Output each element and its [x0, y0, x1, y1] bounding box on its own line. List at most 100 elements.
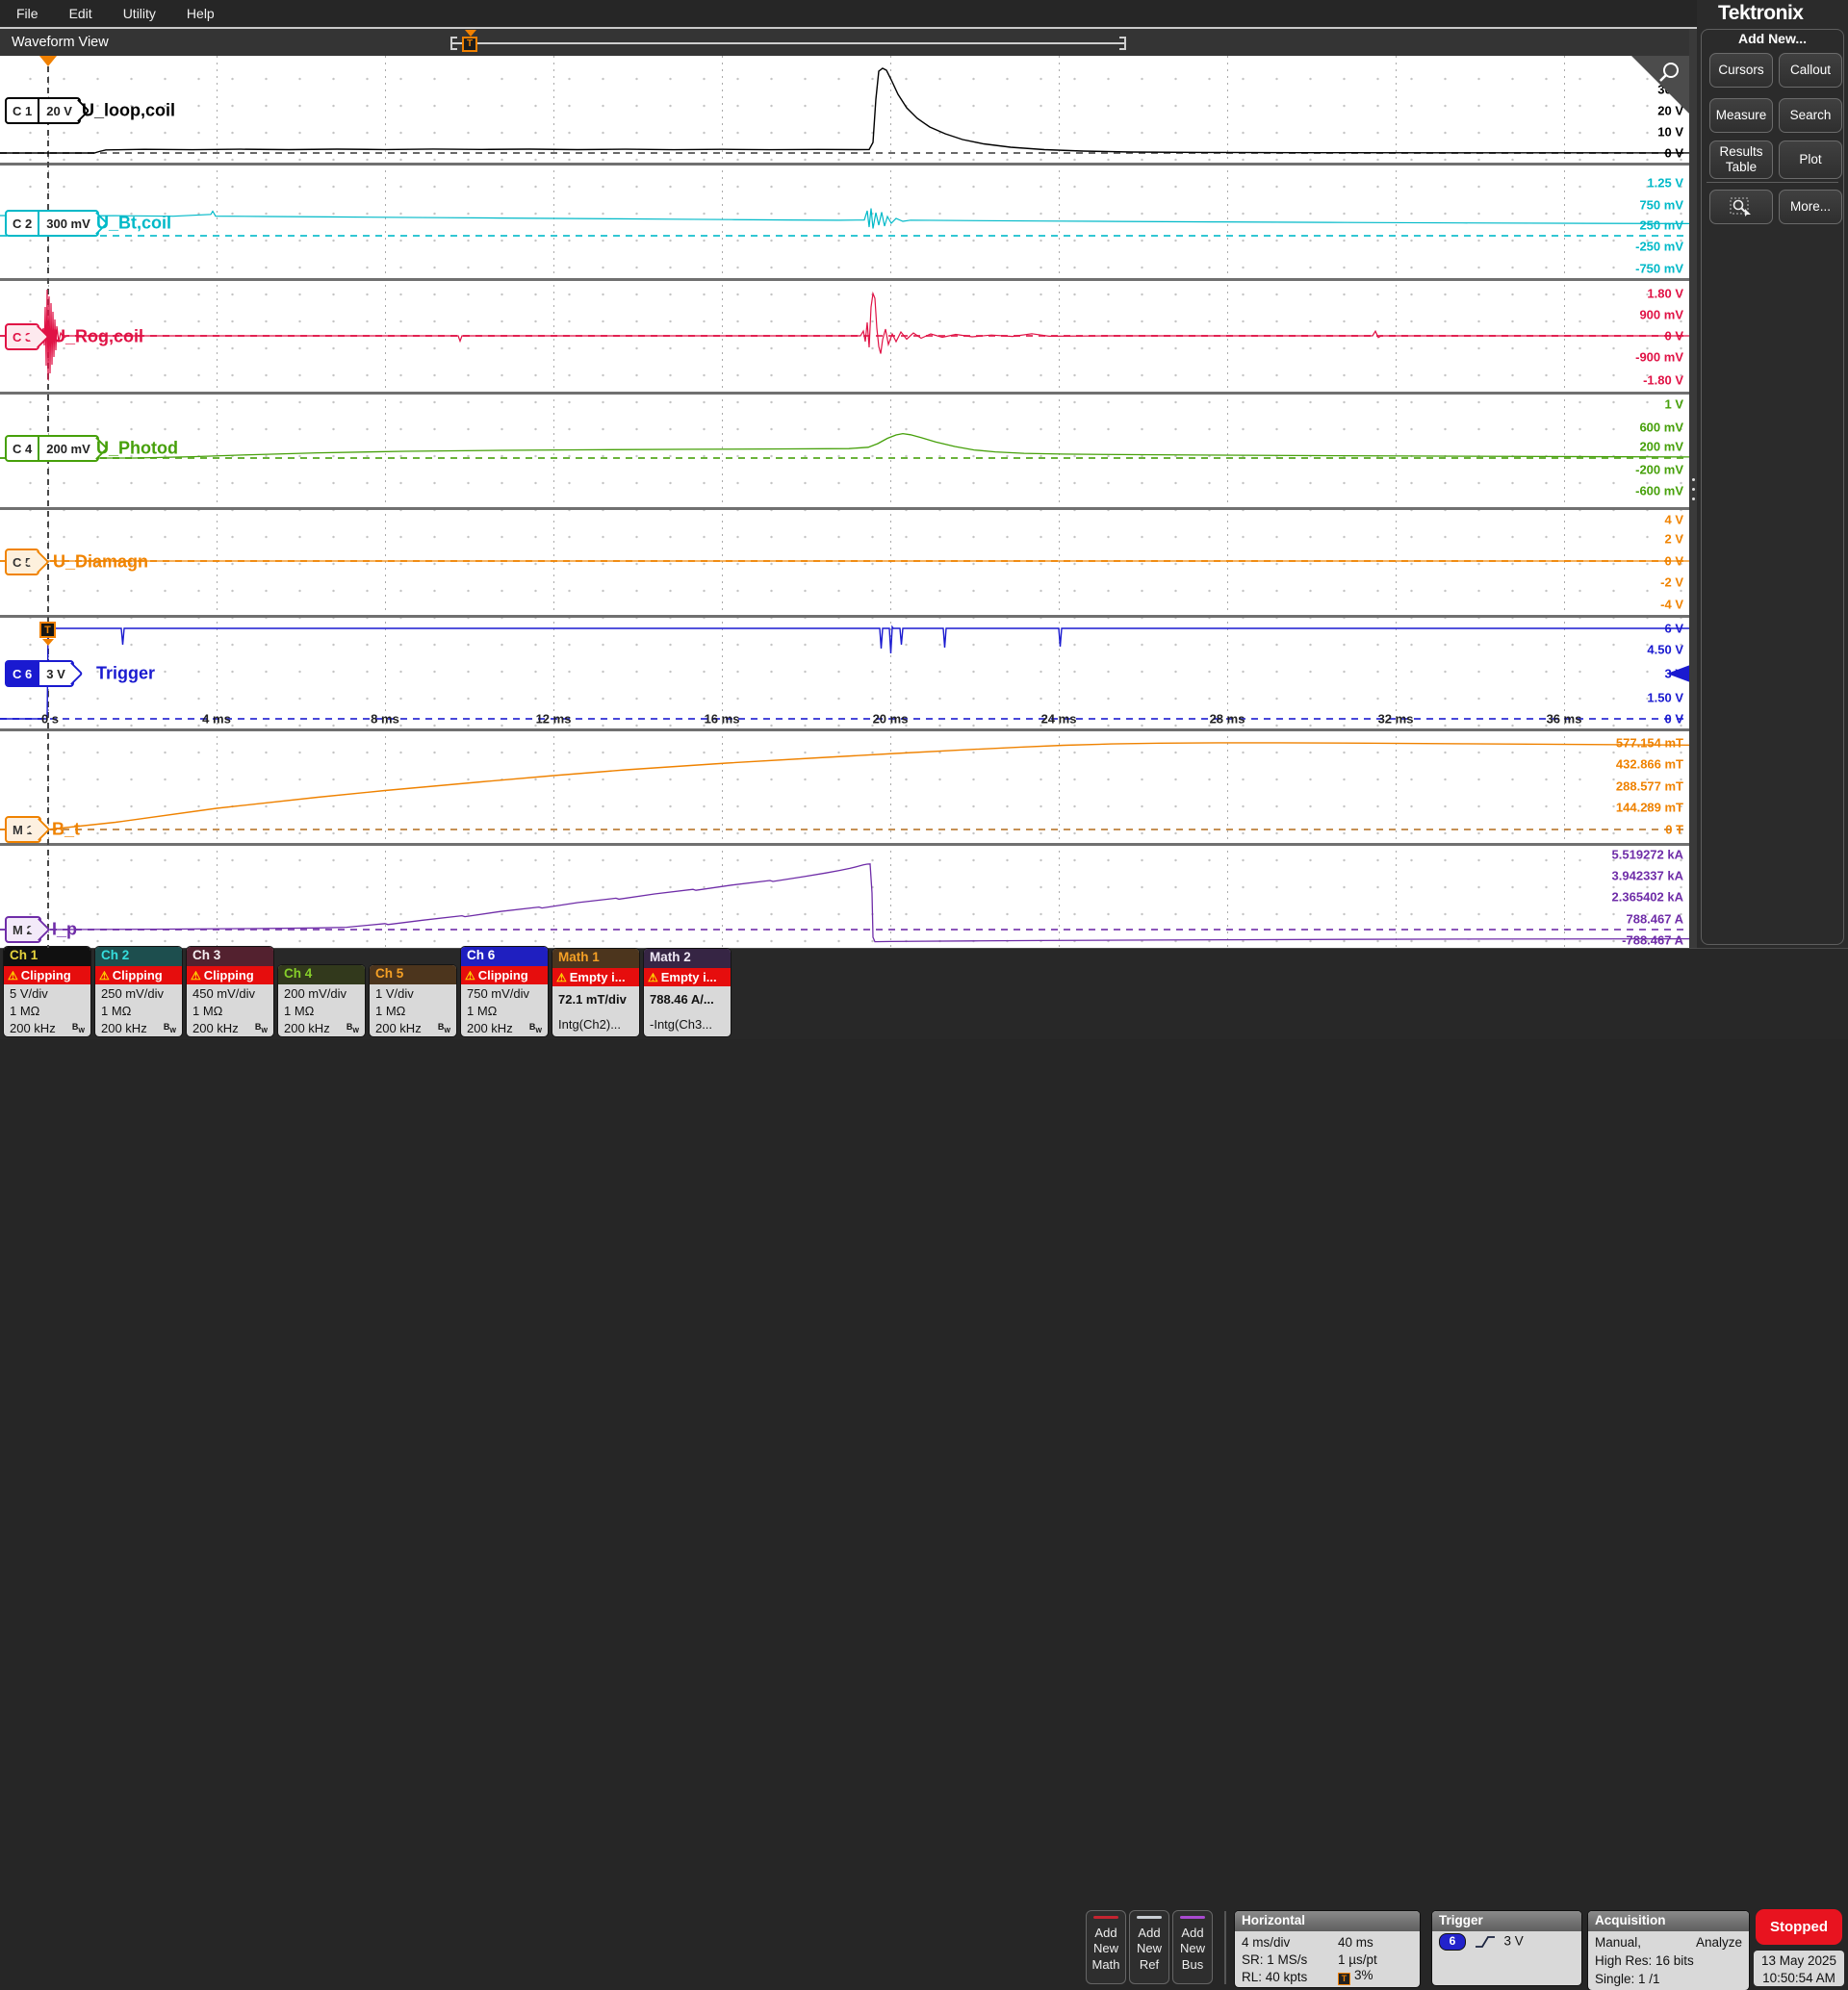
overview-trigger-icon[interactable]: T: [462, 37, 477, 52]
channel-settings-badge-ch5[interactable]: Ch 51 V/div1 MΩ200 kHzBW: [370, 965, 456, 1036]
channel-badge-id: C 2: [7, 212, 38, 235]
run-stop-status-button[interactable]: Stopped: [1756, 1909, 1842, 1945]
add-new-math-button[interactable]: AddNewMath: [1086, 1910, 1126, 1984]
channel-settings-badge-ch2[interactable]: Ch 2⚠Clipping250 mV/div1 MΩ200 kHzBW: [95, 947, 182, 1036]
acquisition-resolution: High Res: 16 bits: [1595, 1953, 1694, 1968]
menu-item-file[interactable]: File: [16, 6, 38, 21]
channel-badge-id: M 2: [7, 918, 39, 941]
right-sidebar: Tektronix Add New... More... CursorsCall…: [1697, 0, 1848, 948]
channel-settings-badge-ch6[interactable]: Ch 6⚠Clipping750 mV/div1 MΩ200 kHzBW: [461, 947, 548, 1036]
plot-button[interactable]: Plot: [1779, 140, 1842, 179]
acquisition-panel[interactable]: Acquisition Manual,Analyze High Res: 16 …: [1588, 1911, 1749, 1990]
scale-label-m2: -788.467 A: [1622, 933, 1683, 948]
channel-name-c1[interactable]: U_loop,coil: [82, 101, 175, 121]
add-new-bus-button[interactable]: AddNewBus: [1172, 1910, 1213, 1984]
channel-badge-c6[interactable]: C 63 V: [5, 660, 74, 687]
channel-badge-m2[interactable]: M 2: [5, 916, 41, 943]
channel-name-m1[interactable]: B_t: [52, 820, 80, 840]
time-axis-label: 24 ms: [1041, 712, 1077, 727]
badge-setting-value: 5 V/div: [10, 986, 48, 1001]
trigger-source-badge: 6: [1439, 1933, 1466, 1951]
scale-label-c4: -600 mV: [1635, 484, 1683, 498]
scale-label-c6: 4.50 V: [1647, 643, 1683, 657]
add-new-ref-button[interactable]: AddNewRef: [1129, 1910, 1169, 1984]
badge-setting-value: 1 MΩ: [10, 1004, 39, 1018]
channel-badge-c1[interactable]: C 120 V: [5, 97, 81, 124]
bandwidth-icon: BW: [72, 1022, 85, 1034]
trigger-time-marker-icon[interactable]: [39, 56, 57, 66]
channel-badge-scale: 3 V: [38, 662, 72, 685]
callout-button[interactable]: Callout: [1779, 53, 1842, 88]
channel-badge-c3[interactable]: C 3: [5, 323, 39, 350]
badge-setting-row: 5 V/div: [4, 984, 90, 1002]
warning-icon: ⚠: [191, 969, 201, 982]
channel-settings-badge-math2[interactable]: Math 2⚠Empty i...788.46 A/...-Intg(Ch3..…: [644, 949, 731, 1036]
waveform-plot-area[interactable]: T 30 V20 V10 V0 VC 120 VU_loop,coil1.25 …: [0, 56, 1689, 948]
waveform-trace-m1: [0, 743, 1689, 829]
badge-setting-value: 1 MΩ: [101, 1004, 131, 1018]
channel-badge-id: C 5: [7, 550, 38, 574]
cursors-button[interactable]: Cursors: [1709, 53, 1773, 88]
badge-warning: ⚠Clipping: [187, 966, 273, 984]
channel-settings-badge-ch4[interactable]: Ch 4200 mV/div1 MΩ200 kHzBW: [278, 965, 365, 1036]
trigger-level-arrow-icon[interactable]: [1667, 665, 1689, 682]
results-table-button[interactable]: Results Table: [1709, 140, 1773, 179]
badge-setting-value: 1 MΩ: [375, 1004, 405, 1018]
trigger-source-marker-icon[interactable]: T: [39, 622, 56, 638]
more-button[interactable]: More...: [1779, 190, 1842, 224]
channel-name-m2[interactable]: I_p: [52, 920, 77, 940]
channel-badge-id: M 1: [7, 818, 39, 841]
scale-label-c2: -250 mV: [1635, 240, 1683, 254]
zoom-region-button[interactable]: [1709, 190, 1773, 224]
time-axis-label: 36 ms: [1547, 712, 1582, 727]
badge-setting-value: 200 kHz: [284, 1021, 330, 1035]
channel-settings-badge-ch3[interactable]: Ch 3⚠Clipping450 mV/div1 MΩ200 kHzBW: [187, 947, 273, 1036]
splitter-handle-icon: [1692, 488, 1695, 491]
search-button[interactable]: Search: [1779, 98, 1842, 133]
warning-text: Clipping: [478, 968, 528, 982]
badge-setting-value: 200 kHz: [375, 1021, 422, 1035]
horizontal-overview-bar[interactable]: [452, 42, 1126, 44]
horizontal-panel-title: Horizontal: [1235, 1911, 1420, 1931]
channel-badge-id: C 1: [7, 99, 38, 122]
menu-item-edit[interactable]: Edit: [69, 6, 92, 21]
menu-item-help[interactable]: Help: [187, 6, 215, 21]
channel-badge-id: C 6: [7, 662, 38, 685]
plot-sidebar-splitter[interactable]: [1689, 29, 1697, 948]
badge-setting-value: 1 MΩ: [467, 1004, 497, 1018]
horizontal-panel[interactable]: Horizontal 4 ms/div40 ms SR: 1 MS/s1 µs/…: [1235, 1911, 1420, 1987]
badge-setting-row: 200 kHzBW: [4, 1019, 90, 1036]
channel-badge-c2[interactable]: C 2300 mV: [5, 210, 99, 237]
channel-settings-badge-ch1[interactable]: Ch 1⚠Clipping5 V/div1 MΩ200 kHzBW: [4, 947, 90, 1036]
scale-label-m1: 0 T: [1665, 823, 1683, 837]
bandwidth-icon: BW: [164, 1022, 176, 1034]
time-axis-label: 8 ms: [371, 712, 399, 727]
badge-title: Ch 1: [4, 947, 90, 966]
channel-badge-m1[interactable]: M 1: [5, 816, 41, 843]
channel-name-c5[interactable]: U_Diamagn: [53, 552, 148, 573]
channel-settings-badge-math1[interactable]: Math 1⚠Empty i...72.1 mT/divIntg(Ch2)...: [552, 949, 639, 1036]
badge-setting-row: 200 kHzBW: [370, 1019, 456, 1036]
menu-item-utility[interactable]: Utility: [123, 6, 156, 21]
badge-setting-row: 250 mV/div: [95, 984, 182, 1002]
scale-label-c3: 0 V: [1664, 329, 1683, 344]
badge-title: Math 2: [644, 949, 731, 968]
channel-name-c4[interactable]: U_Photod: [96, 439, 178, 459]
measure-button[interactable]: Measure: [1709, 98, 1773, 133]
splitter-handle-icon: [1692, 478, 1695, 481]
trigger-panel[interactable]: Trigger 6 3 V: [1432, 1911, 1581, 1985]
button-label: AddNewRef: [1130, 1926, 1168, 1973]
bandwidth-icon: BW: [529, 1022, 542, 1034]
warning-icon: ⚠: [648, 971, 658, 984]
badge-setting-row: 1 MΩ: [461, 1002, 548, 1019]
channel-name-c6[interactable]: Trigger: [96, 664, 155, 684]
channel-name-c3[interactable]: U_Rog,coil: [53, 327, 143, 347]
horizontal-sample-rate: SR: 1 MS/s: [1242, 1952, 1338, 1967]
time-axis-label: 20 ms: [873, 712, 909, 727]
channel-badge-id: C 4: [7, 437, 38, 460]
channel-badge-c5[interactable]: C 5: [5, 549, 39, 575]
waveform-view-title: Waveform View: [12, 35, 109, 50]
channel-badge-c4[interactable]: C 4200 mV: [5, 435, 99, 462]
channel-name-c2[interactable]: U_Bt,coil: [96, 214, 171, 234]
scale-label-m2: 3.942337 kA: [1612, 869, 1683, 883]
